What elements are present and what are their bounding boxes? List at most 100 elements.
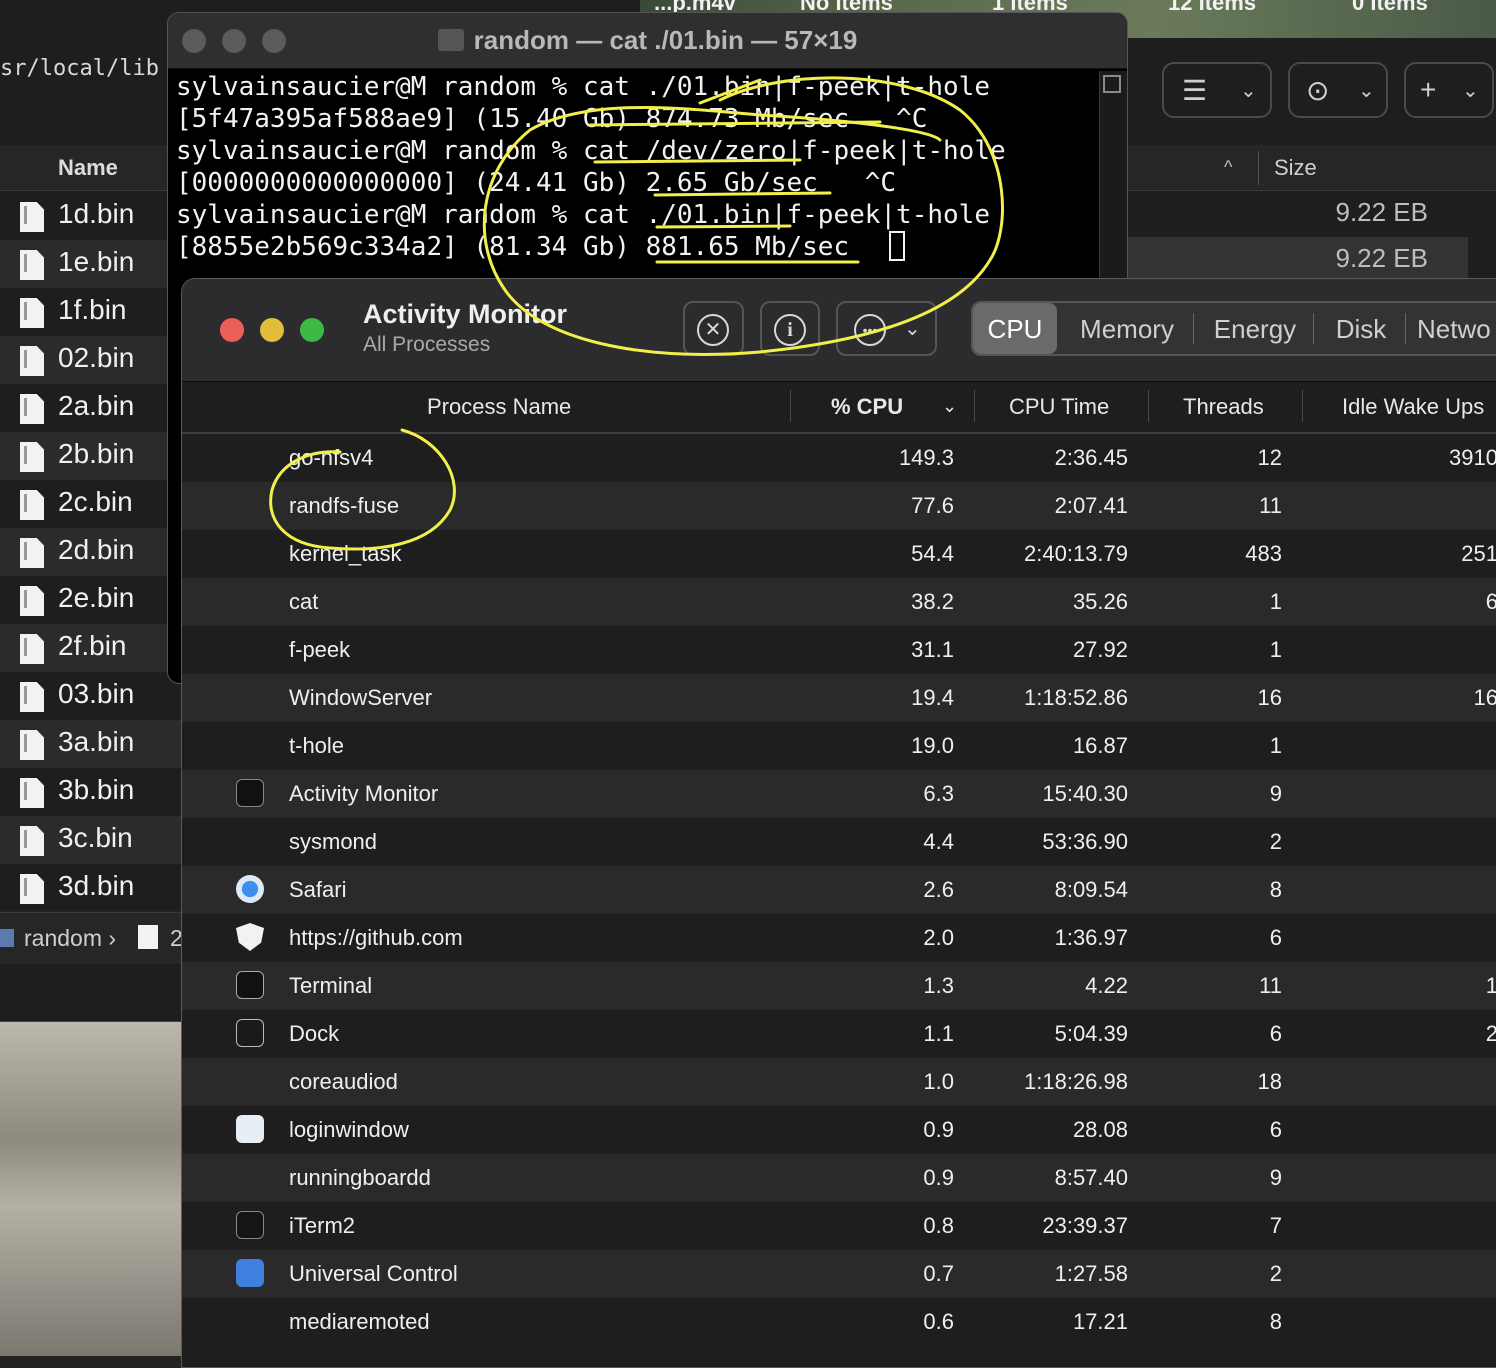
file-row[interactable]: 2d.bin [0,528,182,576]
table-row[interactable]: WindowServer 19.4 1:18:52.86 16 16 [182,674,1496,722]
file-row[interactable]: 3a.bin [0,720,182,768]
cpu-time: 4.22 [1085,973,1128,998]
table-row[interactable]: Dock 1.1 5:04.39 6 2 [182,1010,1496,1058]
process-name: f-peek [289,637,351,662]
column-threads[interactable]: Threads [1183,394,1264,420]
file-row[interactable]: 2b.bin [0,432,182,480]
file-name: 2f.bin [58,630,127,661]
table-row[interactable]: f-peek 31.1 27.92 1 [182,626,1496,674]
terminal-line: [8855e2b569c334a2] (81.34 Gb) 881.65 Mb/… [176,232,850,262]
column-cpu[interactable]: % CPU [831,394,903,420]
table-row[interactable]: cat 38.2 35.26 1 6 [182,578,1496,626]
column-cpu-time[interactable]: CPU Time [1009,394,1109,420]
file-row[interactable]: 3c.bin [0,816,182,864]
folder-icon [0,929,14,947]
cpu-time: 5:04.39 [1054,1021,1128,1046]
thread-count: 8 [1269,1309,1282,1334]
file-name: 2b.bin [58,438,135,469]
stop-process-button[interactable]: ✕ [683,301,744,356]
cpu-percent: 0.9 [923,1117,954,1142]
finder-size-column-header[interactable]: ^ Size [1128,145,1496,191]
table-row[interactable]: t-hole 19.0 16.87 1 [182,722,1496,770]
cpu-percent: 0.6 [923,1309,954,1334]
table-row[interactable]: randfs-fuse 77.6 2:07.41 11 [182,482,1496,530]
process-name: Terminal [289,973,373,998]
tab-disk[interactable]: Disk [1319,303,1403,354]
file-row[interactable]: 02.bin [0,336,182,384]
chevron-down-icon: ⌄ [904,318,921,340]
process-table-header: Process Name % CPU ⌄ CPU Time Threads Id… [182,382,1496,434]
terminal-line-last: [8855e2b569c334a2] (81.34 Gb) 881.65 Mb/… [176,231,1098,263]
cpu-time: 28.08 [1072,1117,1128,1142]
cpu-time: 1:18:26.98 [1024,1069,1128,1094]
file-name: 2c.bin [58,486,133,517]
add-button[interactable]: + ⌄ [1404,62,1494,118]
breadcrumb-folder[interactable]: random › [24,925,116,952]
file-row[interactable]: 2e.bin [0,576,182,624]
file-row[interactable]: 2a.bin [0,384,182,432]
process-name: coreaudiod [289,1069,398,1094]
terminal-line: [0000000000000000] (24.41 Gb) 2.65 Gb/se… [176,168,897,198]
folder-icon [437,29,464,51]
inspect-process-button[interactable]: i [760,301,820,356]
tab-memory[interactable]: Memory [1065,303,1189,354]
table-row[interactable]: Activity Monitor 6.3 15:40.30 9 [182,770,1496,818]
file-row[interactable]: 3d.bin [0,864,182,912]
column-process-name[interactable]: Process Name [427,394,571,420]
process-name: t-hole [289,733,345,758]
terminal-titlebar[interactable]: random — cat ./01.bin — 57×19 [168,13,1127,69]
tab-network[interactable]: Netwo [1417,303,1496,354]
split-pane-icon[interactable] [1103,75,1121,93]
file-icon [20,442,44,472]
table-row[interactable]: go-nfsv4 149.3 2:36.45 12 3910 [182,434,1496,482]
desktop-label: 12 Items [1168,0,1257,15]
terminal-output[interactable]: sylvainsaucier@M random % cat ./01.bin|f… [168,71,1098,281]
thread-count: 12 [1257,445,1282,470]
tab-cpu[interactable]: CPU [973,303,1057,354]
finder-name-column-header[interactable]: Name [0,145,182,191]
more-actions-button[interactable]: ⊙ ⌄ [1288,62,1388,118]
cpu-percent: 149.3 [898,445,954,470]
cpu-time: 1:18:52.86 [1024,685,1128,710]
process-name: sysmond [289,829,378,854]
file-name: 1e.bin [58,246,135,277]
file-row[interactable]: 03.bin [0,672,182,720]
cpu-percent: 1.0 [923,1069,954,1094]
minimize-button[interactable] [260,318,284,342]
file-row[interactable]: 2f.bin [0,624,182,672]
table-row[interactable]: iTerm2 0.8 23:39.37 7 [182,1202,1496,1250]
cpu-percent: 38.2 [911,589,954,614]
file-row[interactable]: 1f.bin [0,288,182,336]
table-row[interactable]: Safari 2.6 8:09.54 8 [182,866,1496,914]
table-row[interactable]: runningboardd 0.9 8:57.40 9 [182,1154,1496,1202]
table-row[interactable]: https://github.com 2.0 1:36.97 6 [182,914,1496,962]
size-cell: 9.22 EB [1128,237,1468,283]
table-row[interactable]: Terminal1.34.22111 [182,962,1496,1010]
file-row[interactable]: 1d.bin [0,192,182,240]
cpu-percent: 19.4 [911,685,954,710]
table-row[interactable]: mediaremoted 0.6 17.21 8 [182,1298,1496,1346]
close-button[interactable] [220,318,244,342]
tab-divider [1193,313,1194,344]
terminal-line: [5f47a395af588ae9] (15.40 Gb) 874.73 Mb/… [176,104,928,134]
table-row[interactable]: coreaudiod 1.0 1:18:26.98 18 [182,1058,1496,1106]
file-name: 1d.bin [58,198,135,229]
thread-count: 16 [1257,685,1282,710]
cpu-percent: 1.1 [923,1021,954,1046]
activity-monitor-window[interactable]: Activity Monitor All Processes ✕ i ••• ⌄… [181,278,1496,1368]
table-row[interactable]: sysmond 4.4 53:36.90 2 [182,818,1496,866]
file-name: 02.bin [58,342,135,373]
zoom-button[interactable] [300,318,324,342]
tab-energy[interactable]: Energy [1199,303,1311,354]
desktop-label: 0 Items [1352,0,1428,15]
table-row[interactable]: Universal Control 0.7 1:27.58 2 [182,1250,1496,1298]
file-row[interactable]: 1e.bin [0,240,182,288]
action-menu-button[interactable]: ••• ⌄ [836,301,937,356]
table-row[interactable]: loginwindow 0.9 28.08 6 [182,1106,1496,1154]
file-row[interactable]: 3b.bin [0,768,182,816]
view-options-button[interactable]: ☰ ⌄ [1162,62,1272,118]
file-row[interactable]: 2c.bin [0,480,182,528]
column-idle-wake-ups[interactable]: Idle Wake Ups [1342,394,1484,420]
thread-count: 6 [1269,1021,1282,1046]
table-row[interactable]: kernel_task 54.4 2:40:13.79 483 251 [182,530,1496,578]
